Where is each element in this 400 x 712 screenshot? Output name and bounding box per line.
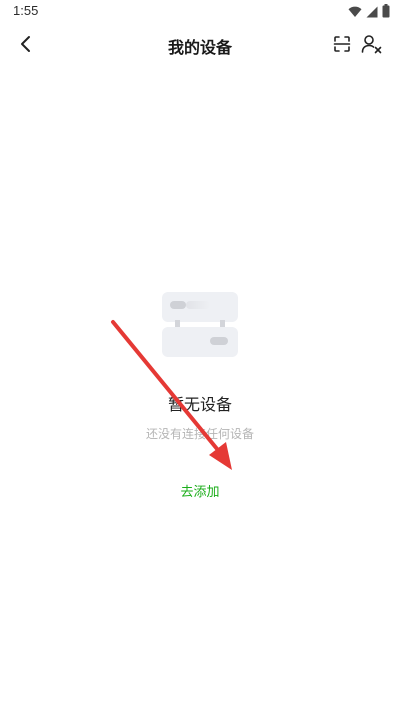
add-device-link[interactable]: 去添加 — [150, 481, 250, 500]
scan-icon — [333, 35, 351, 57]
page-title: 我的设备 — [167, 38, 232, 57]
signal-icon — [366, 3, 378, 22]
user-remove-icon — [361, 34, 383, 58]
battery-icon — [382, 3, 390, 22]
status-time: 1:55 — [13, 3, 39, 18]
wifi-icon — [348, 3, 362, 22]
device-server-icon — [160, 290, 240, 360]
scan-button[interactable] — [328, 32, 356, 60]
user-manage-button[interactable] — [358, 32, 386, 60]
chevron-left-icon — [19, 35, 33, 57]
status-icons — [348, 3, 390, 22]
empty-state-title: 暂无设备 — [167, 395, 232, 414]
back-button[interactable] — [12, 32, 40, 60]
nav-bar: 我的设备 — [0, 24, 400, 68]
empty-state-subtitle: 还没有连接任何设备 — [145, 427, 254, 441]
status-bar: 1:55 — [0, 0, 400, 24]
